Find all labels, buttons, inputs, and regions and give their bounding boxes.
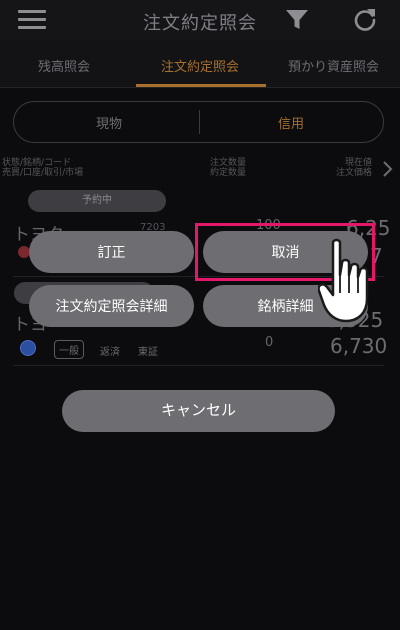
column-header-right: 現在値 注文価格 — [328, 158, 372, 178]
row-separator-2 — [13, 365, 384, 366]
tab-order-inquiry[interactable]: 注文約定照会 — [161, 56, 239, 75]
chevron-right-icon[interactable] — [381, 160, 393, 178]
tab-balance[interactable]: 残高照会 — [38, 56, 90, 75]
active-tab-indicator — [136, 84, 266, 87]
page-title: 注文約定照会 — [143, 13, 257, 34]
tab-bar: 残高照会 注文約定照会 預かり資産照会 — [0, 40, 400, 88]
col-status-stock-code: 状態/銘柄/コード — [2, 158, 72, 168]
trade-type-segment: 現物 信用 — [13, 101, 384, 143]
correct-button[interactable]: 訂正 — [29, 231, 194, 273]
status-badge: 予約中 — [28, 190, 166, 212]
pointing-hand-icon — [318, 238, 369, 323]
segment-margin[interactable]: 信用 — [278, 113, 304, 132]
col-side-account-market: 売買/口座/取引/市場 — [2, 168, 84, 178]
col-filled-qty: 約定数量 — [210, 168, 247, 178]
column-header-mid: 注文数量 約定数量 — [210, 158, 246, 178]
col-current-price: 現在値 — [344, 158, 372, 168]
filled-qty: 0 — [265, 335, 274, 350]
segment-cash[interactable]: 現物 — [96, 113, 122, 132]
trade-type: 返済 — [100, 347, 120, 358]
col-order-price: 注文価格 — [335, 168, 372, 178]
side-indicator-icon-2 — [20, 340, 36, 356]
tab-assets[interactable]: 預かり資産照会 — [288, 56, 379, 75]
refresh-icon[interactable] — [352, 7, 378, 33]
order-detail-button[interactable]: 注文約定照会詳細 — [29, 285, 194, 327]
close-sheet-button[interactable]: キャンセル — [62, 390, 335, 432]
column-header-left: 状態/銘柄/コード 売買/口座/取引/市場 — [2, 158, 83, 178]
filter-icon[interactable] — [285, 9, 309, 31]
segment-divider — [199, 110, 200, 134]
account-badge: 一般 — [54, 340, 84, 359]
app-header: 注文約定照会 — [0, 0, 400, 40]
market-name: 東証 — [138, 347, 158, 358]
col-order-qty: 注文数量 — [210, 158, 247, 168]
order-price: 6,730 — [330, 334, 388, 358]
